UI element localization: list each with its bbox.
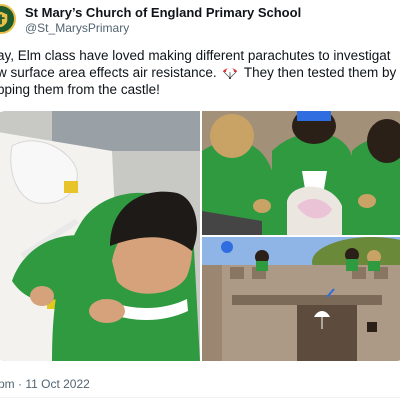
tweet-text-line-3: pping them from the castle!	[0, 82, 160, 97]
author-avatar[interactable]	[0, 4, 16, 34]
tweet-text-line-1: ay, Elm class have loved making differen…	[0, 48, 391, 63]
tweet-timestamp[interactable]: pm · 11 Oct 2022	[0, 377, 90, 391]
parachute-icon	[223, 68, 238, 79]
tweet-media-grid	[0, 111, 400, 361]
parachute-drop-castle-photo[interactable]	[202, 237, 400, 361]
divider	[0, 397, 400, 398]
school-crest-icon	[0, 11, 8, 28]
children-making-parachutes-photo[interactable]	[202, 111, 400, 235]
tweet-text: ay, Elm class have loved making differen…	[0, 47, 400, 98]
child-cutting-paper-photo[interactable]	[0, 111, 200, 361]
tweet-text-line-2b: They then tested them by	[240, 65, 397, 80]
author-handle[interactable]: @St_MarysPrimary	[25, 21, 129, 35]
author-display-name[interactable]: St Mary’s Church of England Primary Scho…	[25, 5, 301, 20]
tweet-header: St Mary’s Church of England Primary Scho…	[0, 0, 400, 40]
tweet-text-line-2: w surface area effects air resistance. T…	[0, 64, 400, 81]
tweet-text-line-2a: w surface area effects air resistance.	[0, 65, 217, 80]
